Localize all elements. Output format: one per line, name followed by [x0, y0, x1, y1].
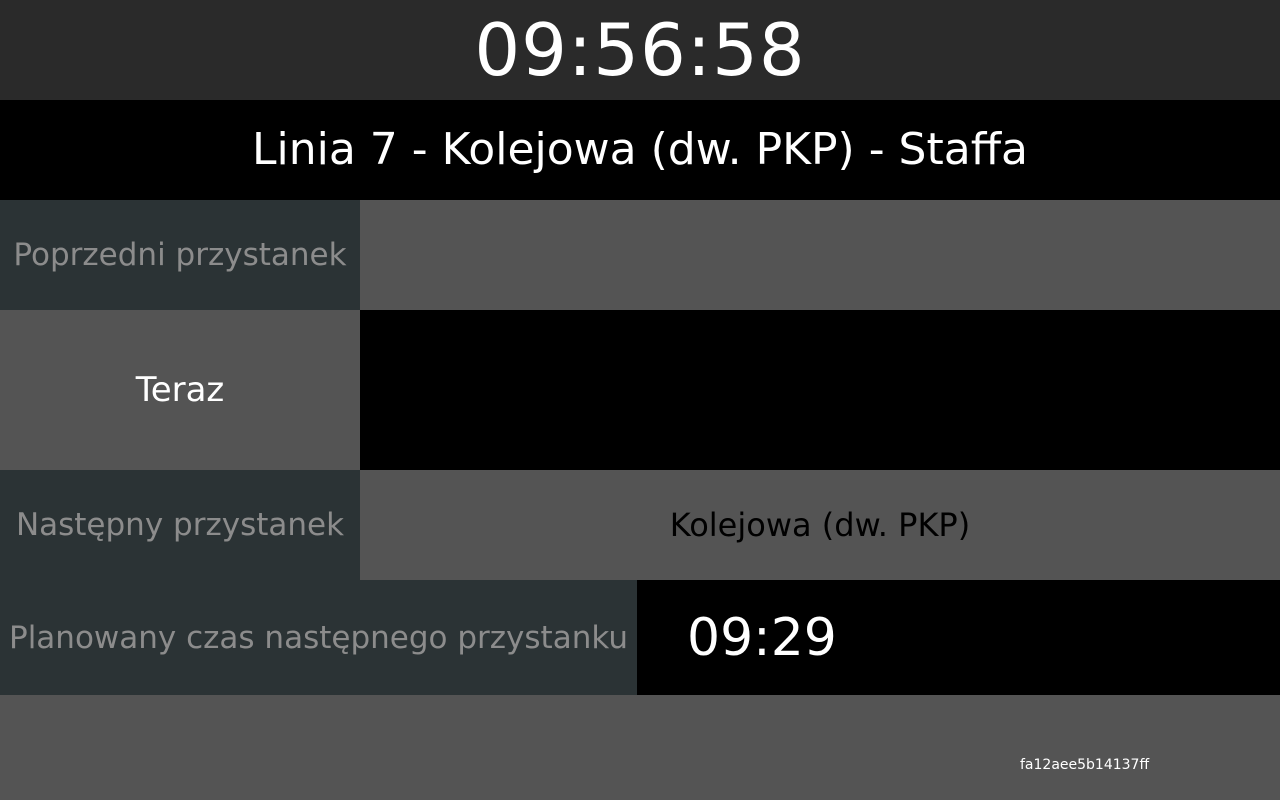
previous-stop-row: Poprzedni przystanek [0, 200, 1280, 310]
passenger-info-display: 09:56:58 Linia 7 - Kolejowa (dw. PKP) - … [0, 0, 1280, 800]
line-bar: Linia 7 - Kolejowa (dw. PKP) - Staffa [0, 100, 1280, 200]
line-title: Linia 7 - Kolejowa (dw. PKP) - Staffa [252, 124, 1028, 175]
current-time: 09:56:58 [474, 8, 806, 92]
current-stop-value [360, 310, 1280, 470]
planned-time-label: Planowany czas następnego przystanku [0, 580, 637, 695]
previous-stop-label: Poprzedni przystanek [0, 200, 360, 310]
next-stop-label: Następny przystanek [0, 470, 360, 580]
next-stop-row: Następny przystanek Kolejowa (dw. PKP) [0, 470, 1280, 580]
previous-stop-value [360, 200, 1280, 310]
clock-bar: 09:56:58 [0, 0, 1280, 100]
planned-time-value: 09:29 [637, 580, 1280, 695]
next-stop-value: Kolejowa (dw. PKP) [360, 470, 1280, 580]
device-id: fa12aee5b14137ff [1020, 757, 1150, 773]
footer: fa12aee5b14137ff [0, 695, 1280, 800]
planned-time-row: Planowany czas następnego przystanku 09:… [0, 580, 1280, 695]
current-stop-row: Teraz [0, 310, 1280, 470]
current-stop-label: Teraz [0, 310, 360, 470]
